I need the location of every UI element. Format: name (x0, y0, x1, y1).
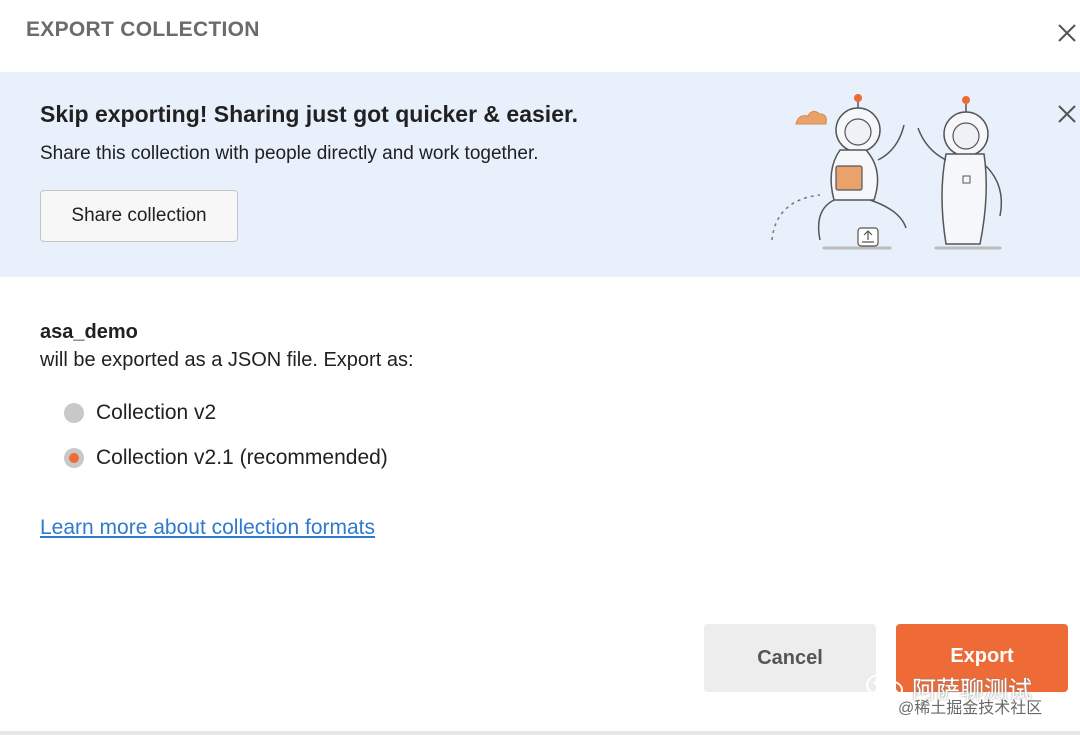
export-button[interactable]: Export (896, 624, 1068, 692)
format-option-v2[interactable]: Collection v2 (64, 401, 216, 425)
export-description: will be exported as a JSON file. Export … (40, 349, 414, 371)
close-icon (1058, 24, 1076, 42)
radio-v2-1[interactable] (64, 448, 84, 468)
banner-close-button[interactable] (1055, 102, 1079, 126)
share-collection-button[interactable]: Share collection (40, 190, 238, 242)
banner-title: Skip exporting! Sharing just got quicker… (40, 101, 579, 127)
format-option-label: Collection v2.1 (recommended) (96, 446, 388, 469)
watermark-sub-text: @稀土掘金技术社区 (898, 700, 1043, 717)
share-banner: Skip exporting! Sharing just got quicker… (0, 72, 1080, 277)
radio-v2[interactable] (64, 403, 84, 423)
format-option-label: Collection v2 (96, 401, 217, 424)
learn-more-link[interactable]: Learn more about collection formats (40, 516, 375, 540)
astronauts-illustration (771, 94, 1003, 250)
close-button[interactable] (1054, 20, 1080, 46)
bottom-divider (0, 731, 1080, 735)
dialog-header: EXPORT COLLECTION (0, 0, 1080, 70)
dialog-title: EXPORT COLLECTION (26, 18, 260, 41)
cancel-button[interactable]: Cancel (704, 624, 876, 692)
banner-text: Share this collection with people direct… (40, 143, 539, 164)
close-icon (1058, 105, 1076, 123)
collection-name: asa_demo (40, 321, 138, 343)
format-option-v2-1[interactable]: Collection v2.1 (recommended) (64, 446, 388, 470)
